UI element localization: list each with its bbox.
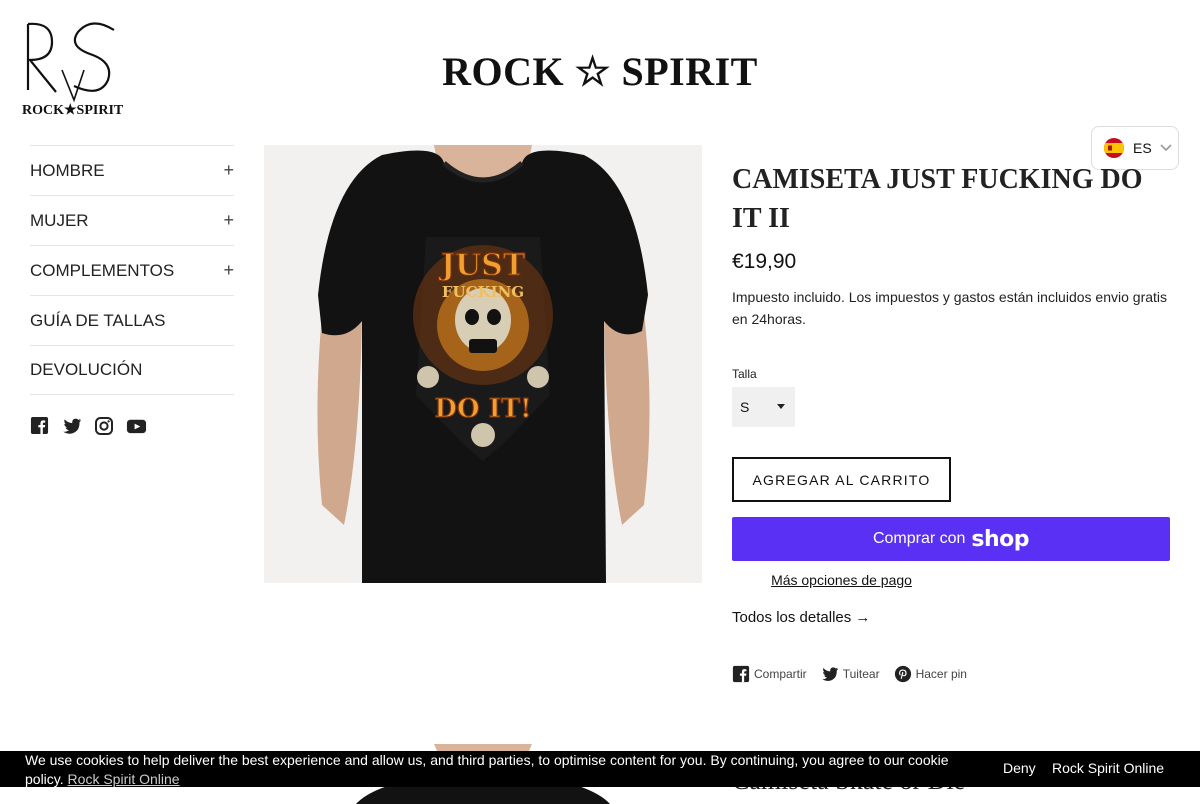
sidebar-item-guia-tallas[interactable]: GUÍA DE TALLAS — [30, 295, 234, 345]
chevron-down-icon — [1160, 144, 1172, 152]
shop-logo: shop — [971, 526, 1030, 552]
share-label: Tuitear — [842, 667, 880, 681]
cookie-accept-button[interactable]: Rock Spirit Online — [1052, 760, 1164, 776]
twitter-icon[interactable] — [62, 416, 82, 436]
product-title: CAMISETA JUST FUCKING DO IT II — [732, 164, 1143, 234]
share-facebook-button[interactable]: Compartir — [732, 665, 807, 683]
cookie-banner: We use cookies to help deliver the best … — [0, 751, 1200, 787]
youtube-icon[interactable] — [126, 416, 147, 436]
sidebar-item-hombre[interactable]: HOMBRE + — [30, 145, 234, 195]
sidebar-nav: HOMBRE + MUJER + COMPLEMENTOS + GUÍA DE … — [30, 145, 234, 395]
social-links — [30, 416, 147, 436]
expand-icon[interactable]: + — [223, 160, 234, 181]
share-label: Hacer pin — [915, 667, 967, 681]
sidebar-item-label: COMPLEMENTOS — [30, 260, 175, 280]
expand-icon[interactable]: + — [223, 210, 234, 231]
sidebar-item-mujer[interactable]: MUJER + — [30, 195, 234, 245]
expand-icon[interactable]: + — [223, 260, 234, 281]
share-twitter-button[interactable]: Tuitear — [821, 665, 880, 683]
size-select[interactable]: S — [732, 387, 795, 427]
sidebar-item-label: HOMBRE — [30, 160, 105, 180]
caret-down-icon — [777, 404, 785, 409]
size-label: Talla — [732, 367, 757, 381]
shop-pay-button[interactable]: Comprar con shop — [732, 517, 1170, 561]
sidebar-item-complementos[interactable]: COMPLEMENTOS + — [30, 245, 234, 295]
share-buttons: Compartir Tuitear Hacer pin — [732, 665, 967, 683]
more-payment-options-link[interactable]: Más opciones de pago — [732, 572, 951, 588]
share-pinterest-button[interactable]: Hacer pin — [894, 665, 967, 683]
facebook-icon[interactable] — [30, 416, 50, 436]
cookie-deny-button[interactable]: Deny — [1003, 760, 1036, 776]
cookie-message: We use cookies to help deliver the best … — [25, 751, 965, 789]
sidebar-item-label: GUÍA DE TALLAS — [30, 310, 166, 330]
sidebar-item-label: MUJER — [30, 210, 89, 230]
shop-pay-label: Comprar con — [872, 530, 966, 547]
instagram-icon[interactable] — [94, 416, 114, 436]
product-price: €19,90 — [732, 250, 797, 273]
sidebar-item-label: DEVOLUCIÓN — [30, 360, 143, 379]
size-value: S — [740, 399, 750, 415]
svg-text:DO IT!: DO IT! — [434, 394, 531, 424]
full-details-link[interactable]: Todos los detalles → — [732, 609, 870, 626]
pinterest-icon — [894, 665, 911, 683]
facebook-icon — [732, 665, 750, 683]
sidebar-item-devolucion[interactable]: DEVOLUCIÓN — [30, 345, 234, 395]
site-title[interactable]: ROCK ☆ SPIRIT — [0, 48, 1200, 95]
add-to-cart-button[interactable]: AGREGAR AL CARRITO — [732, 457, 951, 502]
product-image[interactable]: JUST FUCKING DO IT! — [264, 145, 702, 583]
svg-text:JUST: JUST — [438, 248, 526, 283]
tax-note: Impuesto incluido. Los impuestos y gasto… — [732, 289, 1168, 327]
language-code: ES — [1133, 140, 1152, 156]
svg-text:ROCK★SPIRIT: ROCK★SPIRIT — [22, 102, 124, 118]
product-info: CAMISETA JUST FUCKING DO IT II €19,90 Im… — [732, 160, 1172, 683]
share-label: Compartir — [754, 667, 807, 681]
cookie-policy-link[interactable]: Rock Spirit Online — [68, 771, 180, 787]
spain-flag-icon — [1104, 138, 1124, 158]
svg-text:FUCKING: FUCKING — [442, 283, 524, 301]
twitter-icon — [821, 667, 838, 681]
